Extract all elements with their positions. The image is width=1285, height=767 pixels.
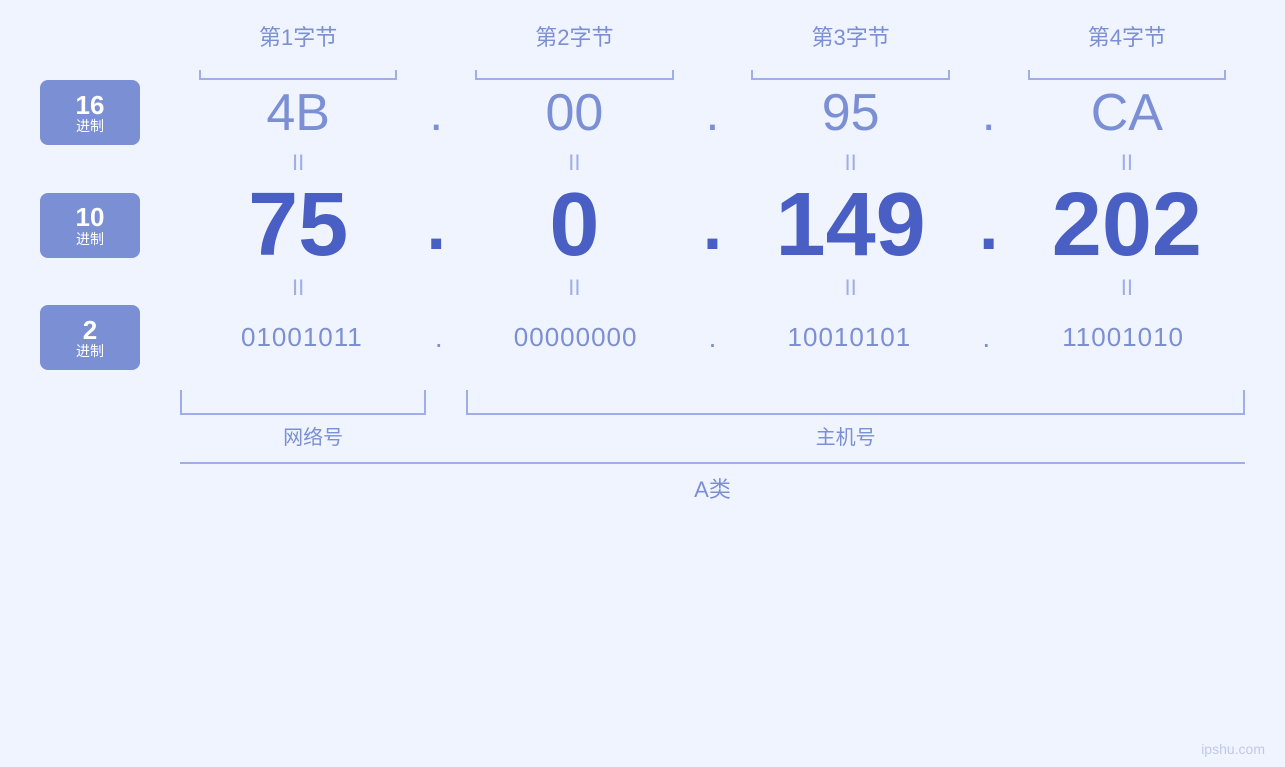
bracket-col3 bbox=[733, 60, 969, 80]
bracket-col2 bbox=[456, 60, 692, 80]
bottom-brackets-container bbox=[180, 380, 1245, 415]
col2-header: 第2字节 bbox=[456, 20, 692, 60]
class-bracket-line bbox=[180, 462, 1245, 464]
decimal-val-1: 75 bbox=[180, 180, 416, 270]
decimal-val-4: 202 bbox=[1009, 180, 1245, 270]
network-bracket bbox=[180, 390, 426, 415]
eq2-4: II bbox=[1009, 275, 1245, 301]
bottom-section: 网络号 主机号 A类 bbox=[180, 375, 1245, 504]
col1-header: 第1字节 bbox=[180, 20, 416, 60]
hex-row: 16 进制 4B . 00 . 95 . CA bbox=[40, 80, 1245, 145]
col4-header: 第4字节 bbox=[1009, 20, 1245, 60]
hex-val-4: CA bbox=[1009, 83, 1245, 143]
binary-dot-2: . bbox=[698, 322, 728, 354]
decimal-dot-3: . bbox=[969, 190, 1009, 260]
binary-dot-3: . bbox=[971, 322, 1001, 354]
binary-val-3: 10010101 bbox=[728, 322, 972, 353]
hex-dot-3: . bbox=[969, 84, 1009, 142]
decimal-cells: 75 . 0 . 149 . 202 bbox=[180, 180, 1245, 270]
binary-dot-1: . bbox=[424, 322, 454, 354]
binary-row: 2 进制 01001011 . 00000000 . 10010101 . 11… bbox=[40, 305, 1245, 370]
column-headers: 第1字节 第2字节 第3字节 第4字节 bbox=[180, 20, 1245, 60]
eq1-3: II bbox=[733, 150, 969, 176]
binary-base-text: 进制 bbox=[76, 344, 104, 359]
hex-val-1: 4B bbox=[180, 83, 416, 143]
class-label: A类 bbox=[180, 472, 1245, 504]
bracket-col4 bbox=[1009, 60, 1245, 80]
equals-row-2: II II II II bbox=[180, 270, 1245, 305]
binary-val-4: 11001010 bbox=[1001, 322, 1245, 353]
class-section: A类 bbox=[180, 462, 1245, 504]
eq2-2: II bbox=[456, 275, 692, 301]
hex-cells: 4B . 00 . 95 . CA bbox=[180, 83, 1245, 143]
decimal-dot-2: . bbox=[693, 190, 733, 260]
host-label: 主机号 bbox=[446, 421, 1245, 450]
host-bracket bbox=[466, 390, 1245, 415]
hex-base-num: 16 bbox=[76, 91, 105, 120]
hex-dot-1: . bbox=[416, 84, 456, 142]
binary-val-2: 00000000 bbox=[454, 322, 698, 353]
decimal-label: 10 进制 bbox=[40, 193, 140, 258]
decimal-base-text: 进制 bbox=[76, 232, 104, 247]
decimal-val-3: 149 bbox=[733, 180, 969, 270]
decimal-row: 10 进制 75 . 0 . 149 . 202 bbox=[40, 180, 1245, 270]
hex-dot-2: . bbox=[693, 84, 733, 142]
hex-label: 16 进制 bbox=[40, 80, 140, 145]
eq2-3: II bbox=[733, 275, 969, 301]
col3-header: 第3字节 bbox=[733, 20, 969, 60]
binary-base-num: 2 bbox=[83, 316, 97, 345]
binary-cells: 01001011 . 00000000 . 10010101 . 1100101… bbox=[180, 322, 1245, 354]
network-host-labels: 网络号 主机号 bbox=[180, 421, 1245, 450]
eq1-1: II bbox=[180, 150, 416, 176]
binary-label: 2 进制 bbox=[40, 305, 140, 370]
binary-val-1: 01001011 bbox=[180, 322, 424, 353]
network-label: 网络号 bbox=[180, 421, 446, 450]
hex-val-2: 00 bbox=[456, 83, 692, 143]
top-brackets bbox=[180, 60, 1245, 80]
eq1-4: II bbox=[1009, 150, 1245, 176]
hex-val-3: 95 bbox=[733, 83, 969, 143]
decimal-base-num: 10 bbox=[76, 203, 105, 232]
watermark: ipshu.com bbox=[1201, 741, 1265, 757]
decimal-dot-1: . bbox=[416, 190, 456, 260]
eq1-2: II bbox=[456, 150, 692, 176]
eq2-1: II bbox=[180, 275, 416, 301]
hex-base-text: 进制 bbox=[76, 119, 104, 134]
bracket-col1 bbox=[180, 60, 416, 80]
decimal-val-2: 0 bbox=[456, 180, 692, 270]
